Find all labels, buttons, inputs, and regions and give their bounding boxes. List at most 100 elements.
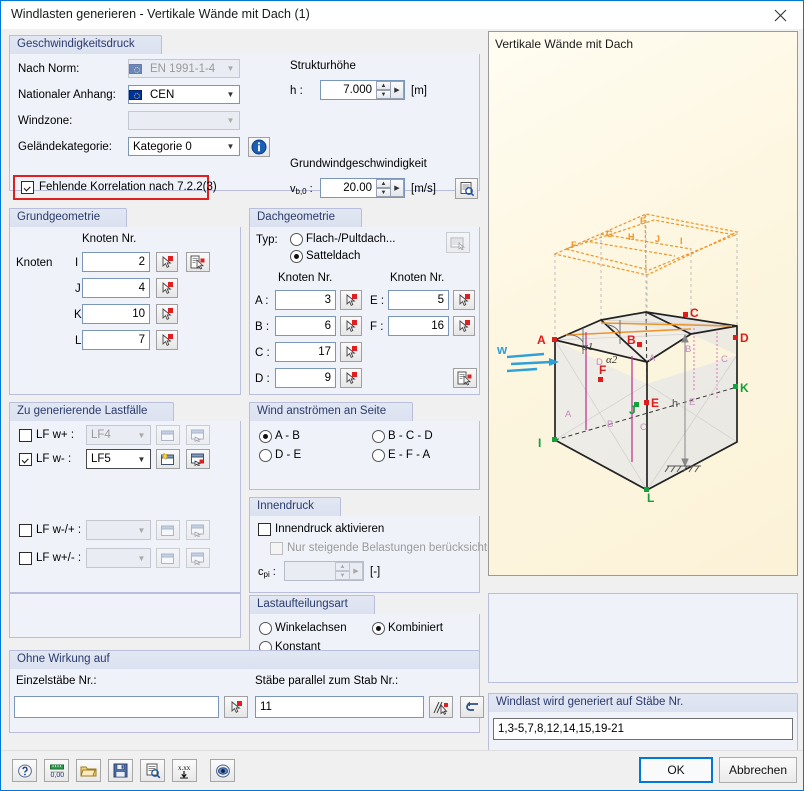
base-node-input-j[interactable]: 4 xyxy=(82,278,150,298)
cpi-stepper[interactable]: ▲ ▼ ▶ xyxy=(335,562,363,580)
base-node-input-k[interactable]: 10 xyxy=(82,304,150,324)
roof-node-value-e: 5 xyxy=(437,294,444,306)
terrain-category-combo[interactable]: Kategorie 0 ▼ xyxy=(128,137,240,156)
roof-node-header-left: Knoten Nr. xyxy=(278,272,333,284)
pick-node-icon[interactable] xyxy=(156,304,178,324)
cpi-input[interactable]: ▲ ▼ ▶ xyxy=(284,561,364,581)
new-load-case-icon[interactable] xyxy=(156,425,180,445)
load-case-combo-wplus[interactable]: LF4 ▼ xyxy=(86,425,151,445)
roof-node-input-d[interactable]: 9 xyxy=(275,368,336,388)
new-load-case-icon[interactable] xyxy=(156,548,180,568)
parallel-members-input[interactable]: 11 xyxy=(255,696,424,718)
pick-node-list-icon[interactable] xyxy=(186,252,210,272)
ok-button[interactable]: OK xyxy=(639,757,713,783)
bottom-button-bar: 0,00 x.xx OK Abbrechen xyxy=(1,750,803,790)
group-caption-generated-members: Windlast wird generiert auf Stäbe Nr. xyxy=(488,693,798,712)
wind-side-radio-efa[interactable] xyxy=(372,449,385,462)
single-members-input[interactable] xyxy=(14,696,219,718)
load-case-checkbox-wplusminus[interactable] xyxy=(19,552,32,565)
base-velocity-input[interactable]: 20.00 ▲ ▼ ▶ xyxy=(320,178,405,198)
edit-load-case-icon[interactable] xyxy=(186,449,210,469)
pick-parallel-member-icon[interactable] xyxy=(429,696,453,718)
label-windzone: Windzone: xyxy=(18,115,73,127)
roof-node-input-b[interactable]: 6 xyxy=(275,316,336,336)
table-lookup-icon[interactable] xyxy=(455,178,478,199)
spinner-more-icon[interactable]: ▶ xyxy=(350,562,363,580)
group-caption-base-geometry: Grundgeometrie xyxy=(9,208,128,227)
chevron-down-icon: ▼ xyxy=(137,454,146,464)
edit-load-case-icon[interactable] xyxy=(186,548,210,568)
decimal-places-icon[interactable]: x.xx xyxy=(172,759,197,782)
pick-node-icon[interactable] xyxy=(340,316,362,336)
group-caption-load-cases: Zu generierende Lastfälle xyxy=(9,402,175,421)
wind-side-radio-de[interactable] xyxy=(259,449,272,462)
pick-node-icon[interactable] xyxy=(156,330,178,350)
load-distribution-radio-angular[interactable] xyxy=(259,622,272,635)
spinner-updown[interactable]: ▲ ▼ xyxy=(335,562,350,580)
load-distribution-radio-combined[interactable] xyxy=(372,622,385,635)
help-icon[interactable] xyxy=(12,759,37,782)
base-velocity-stepper[interactable]: ▲ ▼ ▶ xyxy=(376,179,404,197)
internal-pressure-activate-label: Innendruck aktivieren xyxy=(275,523,385,535)
pick-node-icon[interactable] xyxy=(340,368,362,388)
roof-settings-icon[interactable] xyxy=(446,232,470,253)
info-icon[interactable] xyxy=(248,137,270,157)
dialog-window: Windlasten generieren - Vertikale Wände … xyxy=(0,0,804,791)
correlation-checkbox[interactable] xyxy=(21,181,34,194)
label-h: h : xyxy=(290,85,303,97)
wind-side-radio-bcd[interactable] xyxy=(372,430,385,443)
corner-label-d: D xyxy=(740,331,749,345)
structure-height-stepper[interactable]: ▲ ▼ ▶ xyxy=(376,81,404,99)
base-node-input-i[interactable]: 2 xyxy=(82,252,150,272)
roof-type-flat-radio[interactable] xyxy=(290,233,303,246)
load-case-combo-wplusminus[interactable]: ▼ xyxy=(86,548,151,568)
windzone-combo[interactable]: ▼ xyxy=(128,111,240,130)
visibility-icon[interactable] xyxy=(210,759,235,782)
spinner-updown[interactable]: ▲ ▼ xyxy=(376,81,391,99)
save-icon[interactable] xyxy=(108,759,133,782)
units-icon[interactable]: 0,00 xyxy=(44,759,69,782)
pick-node-icon[interactable] xyxy=(156,278,178,298)
pick-node-icon[interactable] xyxy=(453,316,475,336)
roof-zone-label-g: G xyxy=(606,229,613,239)
roof-type-gable-radio[interactable] xyxy=(290,250,303,263)
load-case-checkbox-wplus[interactable] xyxy=(19,429,32,442)
spinner-more-icon[interactable]: ▶ xyxy=(391,179,404,197)
rising-only-checkbox[interactable] xyxy=(270,542,283,555)
pick-node-icon[interactable] xyxy=(340,290,362,310)
roof-node-input-a[interactable]: 3 xyxy=(275,290,336,310)
preview-list-icon[interactable] xyxy=(140,759,165,782)
national-annex-combo[interactable]: CEN ▼ xyxy=(128,85,240,104)
load-case-label-wplus: LF w+ : xyxy=(36,429,75,441)
new-load-case-icon[interactable] xyxy=(156,520,180,540)
apply-arrow-icon[interactable] xyxy=(460,696,484,718)
roof-node-input-e[interactable]: 5 xyxy=(388,290,449,310)
wind-side-radio-ab[interactable] xyxy=(259,430,272,443)
pick-node-icon[interactable] xyxy=(156,252,178,272)
load-case-combo-wminus[interactable]: LF5 ▼ xyxy=(86,449,151,469)
load-case-checkbox-wminusplus[interactable] xyxy=(19,524,32,537)
load-case-checkbox-wminus[interactable] xyxy=(19,453,32,466)
roof-node-input-f[interactable]: 16 xyxy=(388,316,449,336)
cpi-unit: [-] xyxy=(370,566,381,578)
new-load-case-icon[interactable] xyxy=(156,449,180,469)
dialog-title: Windlasten generieren - Vertikale Wände … xyxy=(11,7,310,21)
standard-combo[interactable]: EN 1991-1-4 ▼ xyxy=(128,59,240,78)
pick-node-list-icon[interactable] xyxy=(453,368,477,388)
pick-node-icon[interactable] xyxy=(453,290,475,310)
edit-load-case-icon[interactable] xyxy=(186,520,210,540)
chevron-down-icon: ▼ xyxy=(226,116,235,125)
close-icon[interactable] xyxy=(757,1,803,29)
open-folder-icon[interactable] xyxy=(76,759,101,782)
roof-node-input-c[interactable]: 17 xyxy=(275,342,336,362)
pick-member-icon[interactable] xyxy=(224,696,248,718)
spinner-updown[interactable]: ▲ ▼ xyxy=(376,179,391,197)
spinner-more-icon[interactable]: ▶ xyxy=(391,81,404,99)
edit-load-case-icon[interactable] xyxy=(186,425,210,445)
base-node-input-l[interactable]: 7 xyxy=(82,330,150,350)
load-case-combo-wminusplus[interactable]: ▼ xyxy=(86,520,151,540)
pick-node-icon[interactable] xyxy=(340,342,362,362)
cancel-button[interactable]: Abbrechen xyxy=(719,757,797,783)
internal-pressure-activate-checkbox[interactable] xyxy=(258,523,271,536)
structure-height-input[interactable]: 7.000 ▲ ▼ ▶ xyxy=(320,80,405,100)
